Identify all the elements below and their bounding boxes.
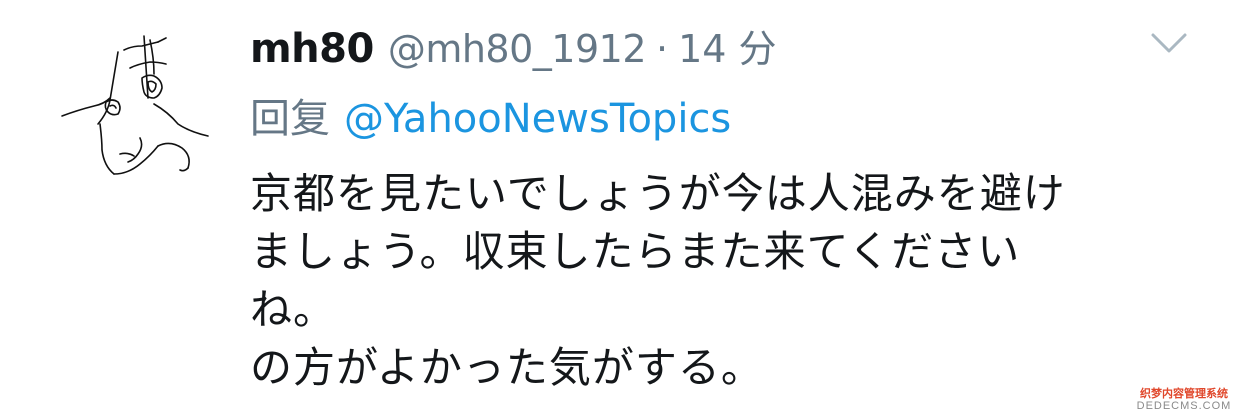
hand-drawn-avatar-icon [61, 35, 209, 175]
tweet-card: mh80 @mh80_1912 · 14 分 回复 @YahooNewsTopic… [0, 0, 1242, 418]
reply-to-mention[interactable]: @YahooNewsTopics [344, 96, 731, 142]
timestamp[interactable]: 14 分 [678, 18, 776, 73]
watermark: 织梦内容管理系统 DEDECMS.COM [1132, 388, 1236, 412]
watermark-title: 织梦内容管理系统 [1140, 387, 1228, 400]
tweet-text: 京都を見たいでしょうが今は人混みを避け ましょう。収束したらまた来てください ね… [250, 165, 1210, 397]
tweet-text-line: の方がよかった気がする。 [250, 343, 764, 392]
tweet-header: mh80 @mh80_1912 · 14 分 [250, 18, 777, 74]
user-handle[interactable]: @mh80_1912 [388, 27, 647, 71]
tweet-text-line: ね。 [250, 285, 337, 334]
separator-dot: · [656, 27, 669, 71]
watermark-domain: DEDECMS.COM [1136, 399, 1232, 412]
tweet-menu-button[interactable] [1150, 30, 1188, 56]
display-name[interactable]: mh80 [250, 26, 374, 72]
tweet-text-line: ましょう。収束したらまた来てください [250, 227, 1021, 276]
tweet-text-line: 京都を見たいでしょうが今は人混みを避け [250, 169, 1066, 218]
chevron-down-icon [1151, 33, 1187, 53]
avatar[interactable] [58, 28, 228, 188]
reply-context: 回复 @YahooNewsTopics [250, 86, 731, 142]
reply-prefix: 回复 [250, 96, 330, 142]
